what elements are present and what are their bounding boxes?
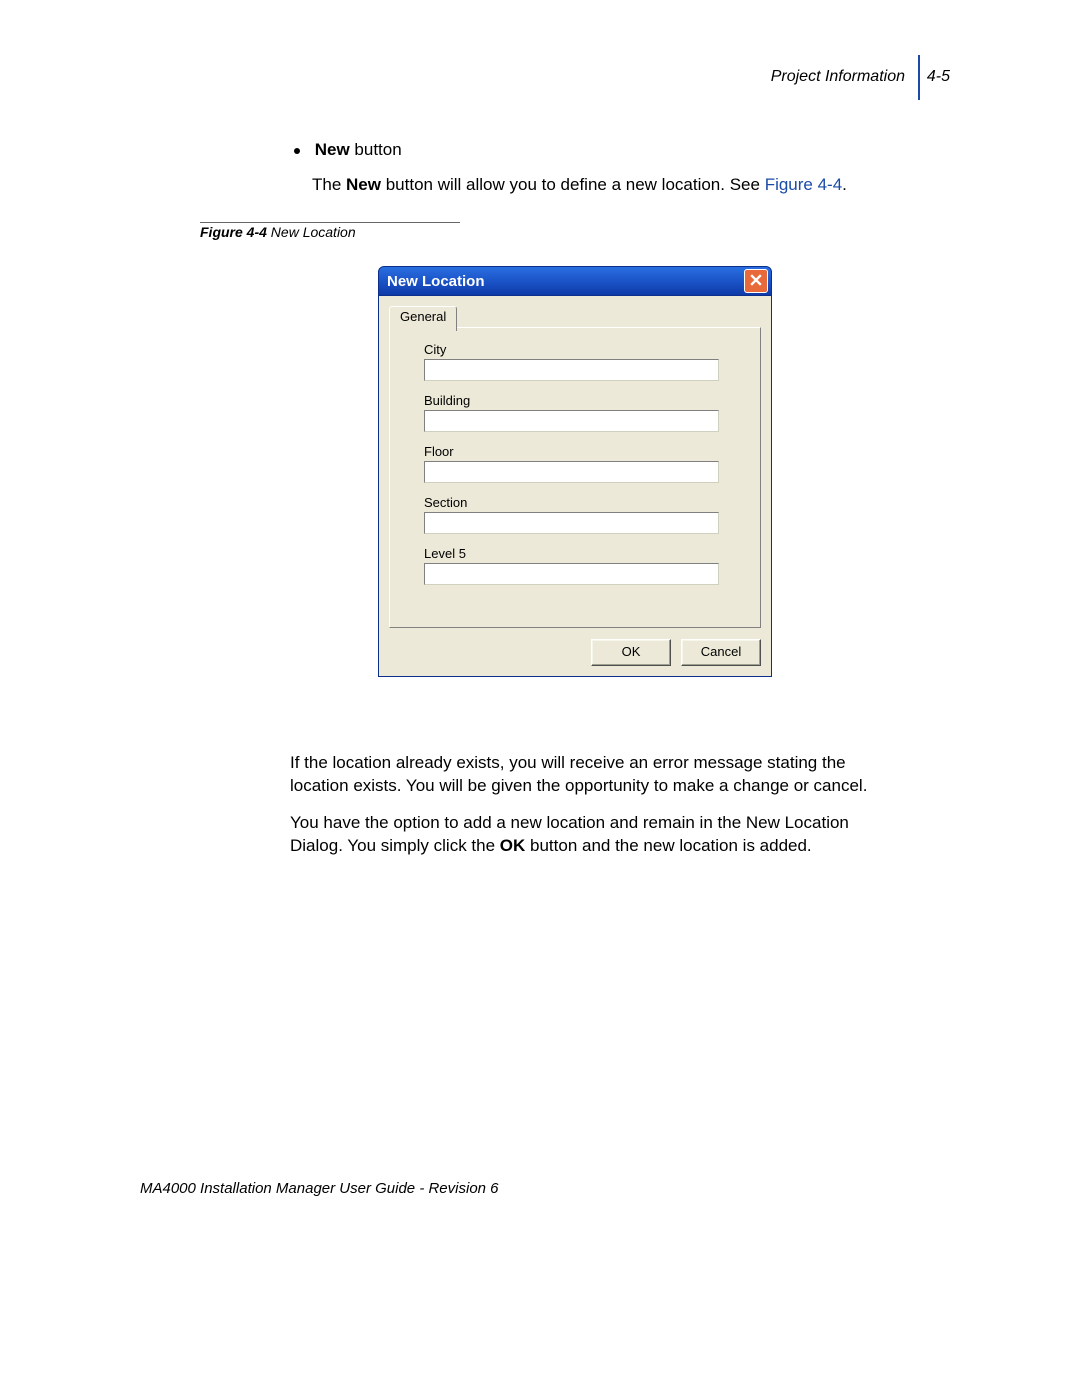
label-floor: Floor — [424, 444, 746, 459]
cancel-button[interactable]: Cancel — [681, 639, 761, 666]
header-divider — [918, 55, 920, 100]
label-level5: Level 5 — [424, 546, 746, 561]
input-floor[interactable] — [424, 461, 719, 483]
tab-panel-general: City Building Floor Section Level 5 — [389, 327, 761, 628]
figure-link[interactable]: Figure 4-4 — [765, 175, 842, 194]
tab-general[interactable]: General — [389, 306, 457, 331]
paragraph-2: If the location already exists, you will… — [290, 752, 870, 798]
bullet-text-bold: New — [315, 140, 350, 159]
label-building: Building — [424, 393, 746, 408]
header-page-number: 4-5 — [927, 68, 950, 86]
input-city[interactable] — [424, 359, 719, 381]
ok-button[interactable]: OK — [591, 639, 671, 666]
paragraph-3: You have the option to add a new locatio… — [290, 812, 870, 858]
new-location-dialog: New Location General City Building Floor… — [378, 266, 772, 677]
bullet-dot-icon — [294, 148, 300, 154]
dialog-title: New Location — [387, 273, 485, 290]
figure-caption: Figure 4-4 New Location — [200, 224, 356, 240]
close-icon — [750, 273, 762, 290]
dialog-titlebar: New Location — [378, 266, 772, 296]
input-section[interactable] — [424, 512, 719, 534]
bullet-new-button: New button — [290, 140, 910, 160]
input-building[interactable] — [424, 410, 719, 432]
paragraph-1: The New button will allow you to define … — [312, 174, 910, 197]
label-city: City — [424, 342, 746, 357]
input-level5[interactable] — [424, 563, 719, 585]
bullet-text-rest: button — [350, 140, 402, 159]
header-section: Project Information — [771, 68, 905, 86]
footer-text: MA4000 Installation Manager User Guide -… — [140, 1180, 499, 1197]
close-button[interactable] — [744, 269, 768, 293]
label-section: Section — [424, 495, 746, 510]
